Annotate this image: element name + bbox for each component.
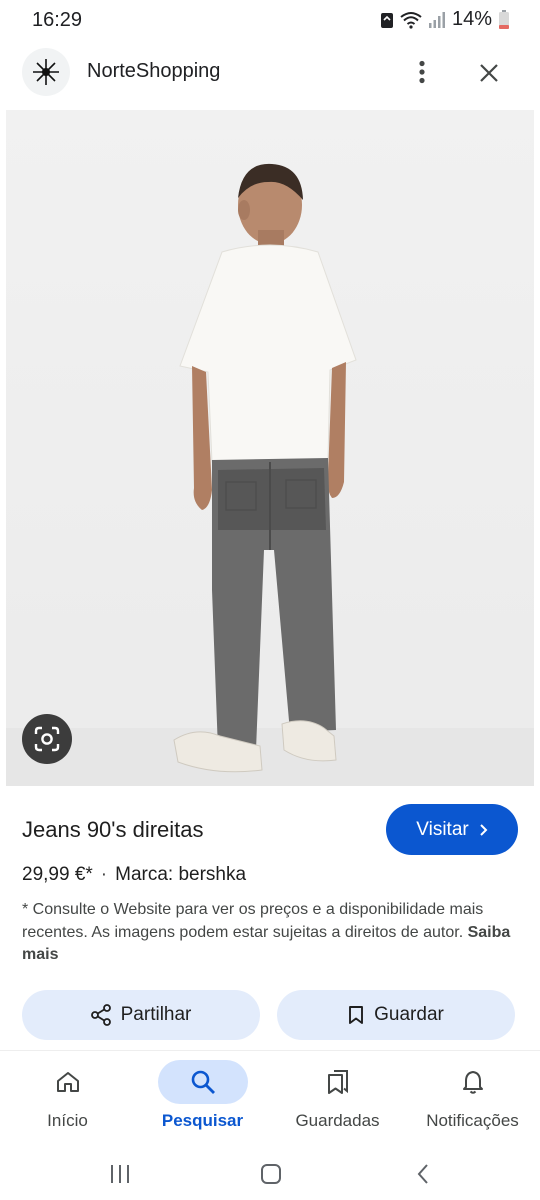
system-nav-bar (0, 1146, 540, 1200)
search-icon (191, 1070, 215, 1094)
product-price: 29,99 €* (22, 864, 93, 885)
bookmark-icon (349, 1006, 364, 1024)
bell-icon-wrap (428, 1060, 518, 1104)
status-icons: 14% (380, 8, 510, 31)
price-disclaimer: * Consulte o Website para ver os preços … (22, 899, 518, 967)
close-icon (480, 64, 498, 82)
nav-label-saved: Guardadas (295, 1111, 380, 1130)
home-square-icon (261, 1164, 281, 1184)
nav-item-search[interactable]: Pesquisar (135, 1052, 270, 1144)
battery-percent: 14% (451, 8, 492, 30)
nav-item-notifications[interactable]: Notificações (405, 1052, 540, 1144)
chevron-right-icon (480, 823, 488, 836)
share-icon (90, 1004, 111, 1026)
model-figure (173, 163, 357, 773)
nav-item-home[interactable]: Início (0, 1052, 135, 1144)
home-icon (56, 1072, 79, 1092)
back-icon (417, 1164, 428, 1184)
visit-button[interactable]: Visitar (386, 804, 518, 855)
star-logo-icon (33, 59, 59, 85)
site-name: NorteShopping (87, 60, 221, 82)
product-title: Jeans 90's direitas (22, 817, 204, 842)
product-brand: Marca: bershka (115, 864, 247, 885)
status-time: 16:29 (32, 9, 83, 31)
price-row: 29,99 €* · Marca: bershka (22, 864, 246, 886)
bottom-navigation: Início Pesquisar Guardadas Notificações (0, 1052, 540, 1144)
more-options-button[interactable] (404, 54, 440, 90)
nav-label-home: Início (47, 1111, 88, 1130)
share-button[interactable]: Partilhar (22, 990, 260, 1040)
nav-label-notifications: Notificações (426, 1111, 519, 1130)
site-header: NorteShopping (0, 44, 540, 102)
nav-divider (0, 1050, 540, 1051)
save-button[interactable]: Guardar (277, 990, 515, 1040)
lens-icon (34, 726, 60, 752)
site-logo[interactable] (22, 48, 70, 96)
bookmarks-icon-wrap (293, 1060, 383, 1104)
disclaimer-text: * Consulte o Website para ver os preços … (22, 901, 484, 941)
status-bar: 16:29 14% (0, 0, 540, 42)
product-image[interactable] (6, 110, 534, 786)
recent-apps-icon (111, 1165, 129, 1183)
visit-label: Visitar (416, 818, 469, 840)
share-label: Partilhar (120, 1004, 192, 1025)
bookmarks-icon (327, 1070, 348, 1094)
recent-apps-button[interactable] (90, 1154, 150, 1194)
home-system-button[interactable] (241, 1154, 301, 1194)
bell-icon (462, 1071, 483, 1094)
google-lens-button[interactable] (22, 714, 72, 764)
nav-label-search: Pesquisar (161, 1111, 244, 1130)
signal-icon (428, 11, 445, 28)
search-icon-wrap (157, 1060, 248, 1104)
sync-icon (380, 12, 393, 28)
close-button[interactable] (470, 54, 508, 92)
home-icon-wrap (23, 1060, 113, 1104)
separator-dot: · (100, 864, 108, 885)
nav-item-saved[interactable]: Guardadas (270, 1052, 405, 1144)
back-button[interactable] (393, 1154, 453, 1194)
wifi-icon (400, 11, 422, 29)
save-label: Guardar (374, 1004, 444, 1025)
more-vert-icon (419, 60, 425, 84)
battery-icon (499, 9, 509, 29)
